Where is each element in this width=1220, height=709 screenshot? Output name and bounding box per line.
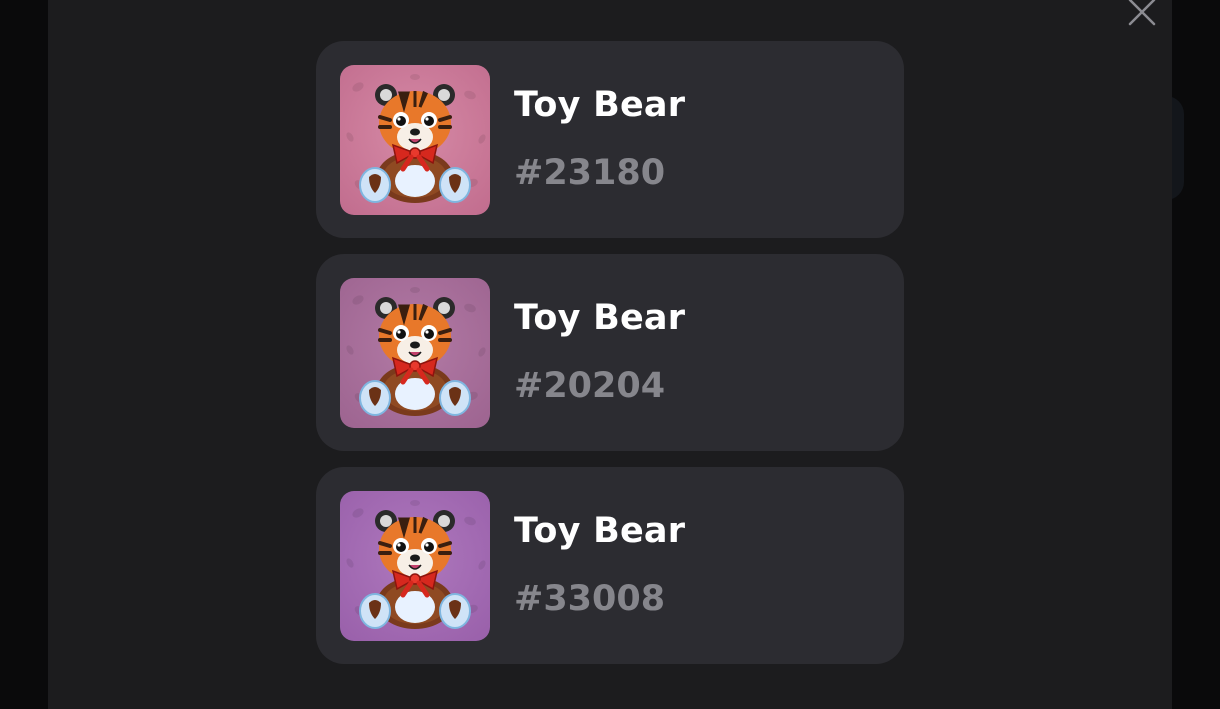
gift-card[interactable]: Toy Bear #23180 [316, 41, 904, 238]
tiger-plush-icon [340, 278, 490, 428]
gift-number: #33008 [514, 579, 666, 619]
gift-list: Toy Bear #23180 Toy Bear #20204 Toy Bear… [316, 41, 904, 680]
gift-number: #23180 [514, 153, 666, 193]
close-icon [1128, 0, 1156, 26]
gift-title: Toy Bear [514, 511, 686, 551]
gift-number: #20204 [514, 366, 666, 406]
gift-title: Toy Bear [514, 298, 686, 338]
gift-thumbnail [340, 278, 490, 428]
close-button[interactable] [1126, 0, 1158, 28]
gift-card[interactable]: Toy Bear #33008 [316, 467, 904, 664]
gift-card[interactable]: Toy Bear #20204 [316, 254, 904, 451]
gift-thumbnail [340, 65, 490, 215]
tiger-plush-icon [340, 65, 490, 215]
tiger-plush-icon [340, 491, 490, 641]
gift-title: Toy Bear [514, 85, 686, 125]
gift-thumbnail [340, 491, 490, 641]
